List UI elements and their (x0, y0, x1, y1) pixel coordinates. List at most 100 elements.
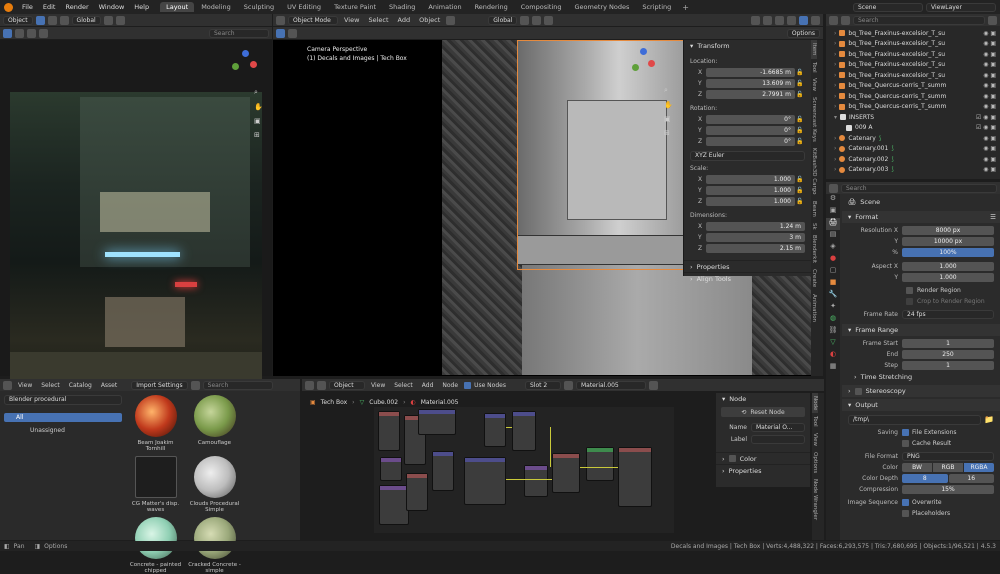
outliner-item[interactable]: › bq_Tree_Quercus-cerris_T_summ ◉ ▣ (826, 91, 1000, 102)
output-header[interactable]: ▾ Output (842, 399, 1000, 411)
eye-icon[interactable]: ◉ ▣ (983, 166, 996, 173)
overlay-toggle-icon[interactable] (763, 15, 772, 25)
asset-tile[interactable]: Camouflage (187, 395, 242, 452)
eye-icon[interactable]: ◉ ▣ (983, 72, 996, 79)
outliner-type-icon[interactable] (829, 15, 838, 25)
material-props-icon[interactable]: ◐ (826, 350, 840, 362)
modifier-props-icon[interactable]: 🔧 (826, 290, 840, 302)
location-y-field[interactable]: 13.609 m (706, 79, 795, 88)
tool-props-icon[interactable]: ⚙ (826, 194, 840, 206)
tab-layout[interactable]: Layout (160, 2, 195, 12)
editor-type-icon[interactable] (276, 15, 285, 25)
material-name-field[interactable]: Material.005 (575, 380, 646, 390)
tab-compositing[interactable]: Compositing (515, 2, 568, 12)
view-layer-props-icon[interactable]: ▤ (826, 230, 840, 242)
asset-menu-asset[interactable]: Asset (98, 382, 120, 389)
tab-sculpting[interactable]: Sculpting (238, 2, 280, 12)
tab-shading[interactable]: Shading (383, 2, 421, 12)
node-mode-dropdown[interactable]: Object (329, 380, 365, 390)
npanel-tab-tool[interactable]: Tool (811, 59, 817, 76)
dimensions-z-field[interactable]: 2.15 m (706, 244, 805, 253)
material-browse-icon[interactable] (563, 380, 573, 390)
main-zoom-icon[interactable]: ⌕ (664, 86, 674, 95)
menu-edit[interactable]: Edit (38, 3, 61, 11)
lock-icon[interactable]: 🔓 (795, 127, 805, 134)
node-panel-header[interactable]: ▾ Node (716, 393, 810, 405)
folder-icon[interactable]: 📁 (984, 415, 994, 424)
resolution-y-field[interactable]: 10000 px (902, 237, 994, 246)
shader-node[interactable] (464, 457, 506, 505)
main-navigation-gizmo[interactable] (628, 48, 658, 78)
node-menu-view[interactable]: View (368, 382, 388, 389)
shader-node[interactable] (418, 409, 456, 435)
npanel-tab-beam[interactable]: Beam (811, 198, 817, 220)
view-layer-selector[interactable]: ViewLayer (926, 2, 996, 12)
slot-dropdown[interactable]: Slot 2 (524, 380, 561, 390)
scale-x-field[interactable]: 1.000 (706, 175, 795, 184)
npanel-tab-blenderkit[interactable]: Blenderkit (811, 232, 817, 266)
eye-icon[interactable]: ◉ ▣ (983, 156, 996, 163)
material-shading-icon[interactable] (799, 15, 808, 25)
node-editor-type-icon[interactable] (305, 380, 314, 390)
frame-range-header[interactable]: ▾ Frame Range (842, 324, 1000, 336)
gizmo-icon[interactable] (27, 28, 36, 38)
shader-node[interactable] (484, 413, 506, 447)
asset-menu-select[interactable]: Select (38, 382, 63, 389)
lock-icon[interactable]: 🔓 (795, 138, 805, 145)
lock-icon[interactable]: 🔓 (795, 69, 805, 76)
pin-icon[interactable] (648, 380, 658, 390)
shading-icon[interactable] (39, 28, 48, 38)
shader-node[interactable] (586, 447, 614, 481)
eye-icon[interactable]: ◉ ▣ (983, 145, 996, 152)
tab-animation[interactable]: Animation (422, 2, 467, 12)
npanel-tab-view[interactable]: View (811, 75, 817, 94)
main-menu-select[interactable]: Select (365, 16, 391, 24)
outliner-item[interactable]: › bq_Tree_Quercus-cerris_T_summ ◉ ▣ (826, 81, 1000, 92)
frame-end-field[interactable]: 250 (902, 350, 994, 359)
eye-icon[interactable]: ◉ ▣ (983, 93, 996, 100)
asset-tile[interactable]: CG Matter's disp. waves (128, 456, 183, 513)
outliner-filter-icon[interactable] (988, 15, 997, 25)
object-props-icon[interactable]: ■ (826, 278, 840, 290)
outliner-item[interactable]: › Catenary.001 ⟆ ◉ ▣ (826, 144, 1000, 155)
use-nodes-checkbox[interactable] (464, 381, 472, 389)
import-settings-dropdown[interactable]: Import Settings (131, 380, 188, 390)
color-depth-8-button[interactable]: 8 (902, 474, 948, 483)
menu-render[interactable]: Render (60, 3, 93, 11)
rotation-mode-dropdown[interactable]: XYZ Euler (690, 150, 805, 161)
shader-node[interactable] (552, 453, 580, 493)
menu-help[interactable]: Help (129, 3, 154, 11)
properties-type-icon[interactable] (829, 183, 838, 193)
left-search-input[interactable]: Search (209, 28, 269, 38)
eye-icon[interactable]: ◉ ▣ (983, 82, 996, 89)
tab-texture-paint[interactable]: Texture Paint (328, 2, 382, 12)
outliner-item[interactable]: › Catenary ⟆ ◉ ▣ (826, 133, 1000, 144)
lock-icon[interactable]: 🔓 (795, 187, 805, 194)
grid-icon[interactable]: ⊞ (254, 131, 264, 139)
left-viewport-area[interactable]: ⌕ ✋ ▣ ⊞ (0, 40, 272, 402)
render-region-row[interactable]: Render Region (842, 285, 1000, 296)
rotation-z-field[interactable]: 0° (706, 137, 795, 146)
render-props-icon[interactable]: ▣ (826, 206, 840, 218)
location-x-field[interactable]: -1.6685 m (706, 68, 795, 77)
checkbox-icon[interactable] (902, 510, 909, 517)
reset-node-button[interactable]: ⟲ Reset Node (721, 407, 805, 417)
xray-icon[interactable] (775, 15, 784, 25)
color-bw-button[interactable]: BW (902, 463, 932, 472)
checkbox-icon[interactable] (906, 298, 913, 305)
hand-icon[interactable]: ✋ (254, 103, 264, 111)
eye-icon[interactable]: ☑ ◉ ▣ (976, 114, 996, 121)
checkbox-icon[interactable] (854, 387, 862, 395)
viewport-type-icon[interactable] (3, 28, 12, 38)
texture-props-icon[interactable]: ▦ (826, 362, 840, 374)
eye-icon[interactable]: ◉ ▣ (983, 30, 996, 37)
dimensions-y-field[interactable]: 3 m (706, 233, 805, 242)
outliner-item[interactable]: 009 A ☑ ◉ ▣ (826, 123, 1000, 134)
lock-icon[interactable]: 🔓 (795, 80, 805, 87)
main-menu-view[interactable]: View (341, 16, 362, 24)
outliner-item[interactable]: › bq_Tree_Fraxinus-excelsior_T_su ◉ ▣ (826, 28, 1000, 39)
collection-props-icon[interactable]: ▢ (826, 266, 840, 278)
main-viewport-area[interactable]: Camera Perspective (1) Decals and Images… (273, 40, 823, 376)
node-tab-view[interactable]: View (812, 430, 818, 449)
outliner-search-input[interactable]: Search (853, 15, 985, 25)
